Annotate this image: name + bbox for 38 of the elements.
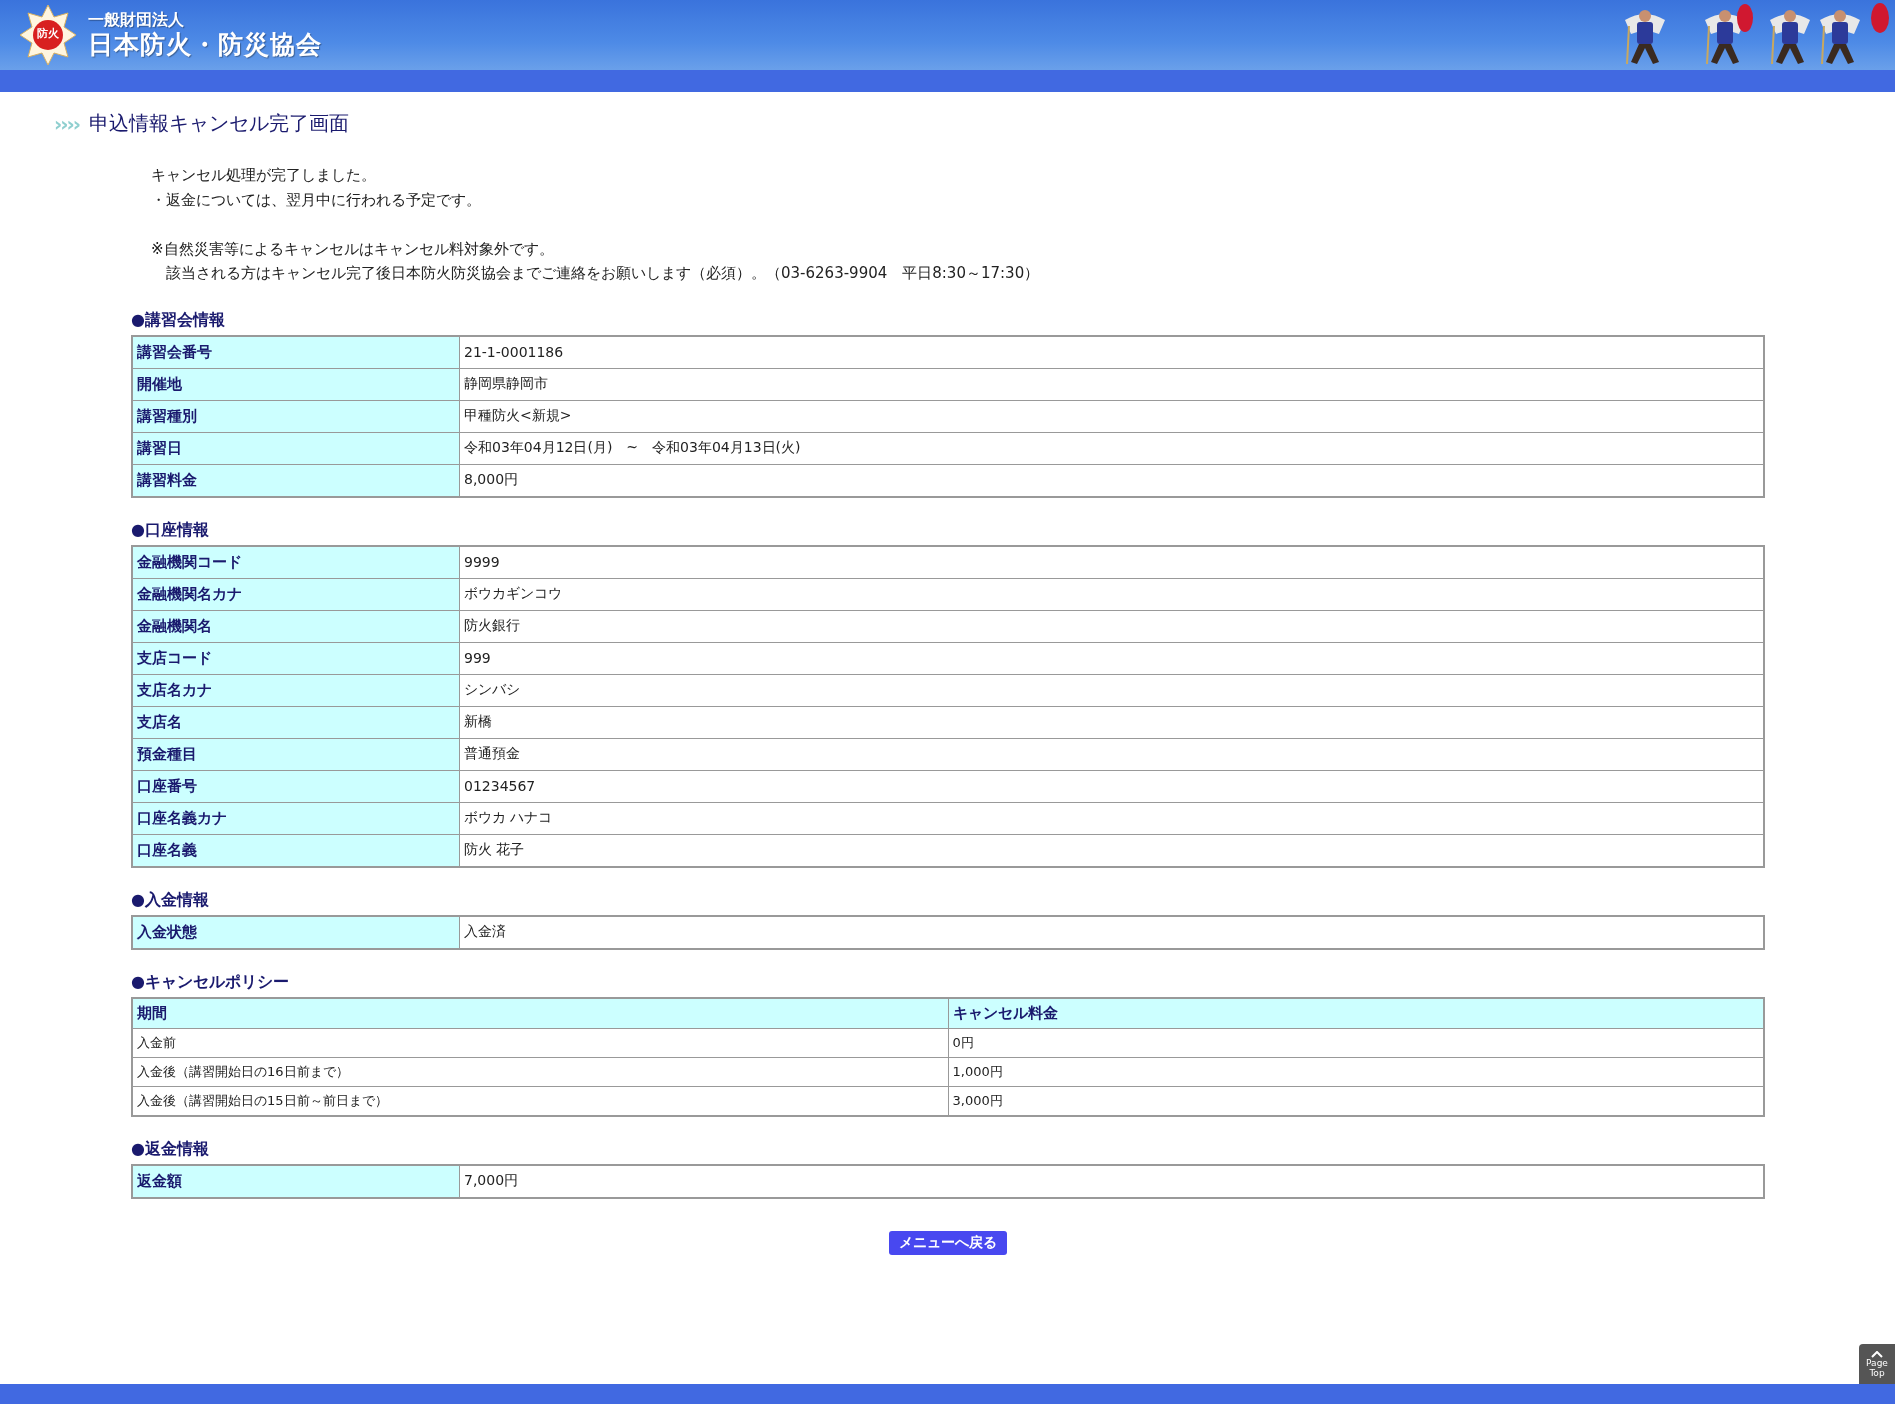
message-text: 該当される方はキャンセル完了後日本防火防災協会までご連絡をお願いします（必須）。（03-6263-9904 平日8:30～17:30） (165, 263, 1041, 284)
table-cell: 入金前 (132, 1028, 948, 1057)
field-label: 金融機関名 (132, 610, 460, 642)
section-heading: ●口座情報 (131, 519, 210, 541)
field-label: 口座名義 (132, 834, 460, 867)
field-label: 金融機関コード (132, 545, 460, 578)
field-label: 講習日 (132, 432, 460, 464)
field-label: 支店名 (132, 706, 460, 738)
field-label: 支店名カナ (132, 674, 460, 706)
title-marker: ›››› (54, 111, 79, 136)
field-label: 講習種別 (132, 400, 460, 432)
field-label: 講習料金 (132, 464, 460, 497)
field-label: 講習会番号 (132, 335, 460, 368)
field-label: 入金状態 (132, 915, 460, 949)
field-label: 口座番号 (132, 770, 460, 802)
section-heading: ●入金情報 (131, 889, 210, 911)
table-cell: 入金後（講習開始日の16日前まで） (132, 1057, 948, 1086)
field-label: 返金額 (132, 1164, 460, 1198)
chevron-up-icon (1871, 1350, 1883, 1358)
section-heading: ●返金情報 (131, 1138, 210, 1160)
field-label: 口座名義カナ (132, 802, 460, 834)
organization-type: 一般財団法人 (88, 10, 185, 30)
field-label: 預金種目 (132, 738, 460, 770)
field-label: 開催地 (132, 368, 460, 400)
message-text: キャンセル処理が完了しました。 (151, 165, 377, 186)
column-header: 期間 (132, 997, 948, 1028)
page-top-button[interactable]: Page Top (1859, 1344, 1895, 1384)
organization-name: 日本防火・防災協会 (88, 30, 322, 60)
field-label: 金融機関名カナ (132, 578, 460, 610)
message-text: ※自然災害等によるキャンセルはキャンセル料対象外です。 (151, 238, 555, 260)
field-label: 支店コード (132, 642, 460, 674)
message-text: ・返金については、翌月中に行われる予定です。 (151, 189, 482, 211)
page-title: 申込情報キャンセル完了画面 (88, 110, 349, 137)
emblem-text: 防火 (36, 26, 60, 41)
section-heading: ●講習会情報 (131, 309, 226, 331)
back-to-menu-button[interactable]: メニューへ戻る (889, 1230, 1007, 1255)
section-heading: ●キャンセルポリシー (131, 971, 290, 993)
column-header: キャンセル料金 (948, 997, 1764, 1028)
